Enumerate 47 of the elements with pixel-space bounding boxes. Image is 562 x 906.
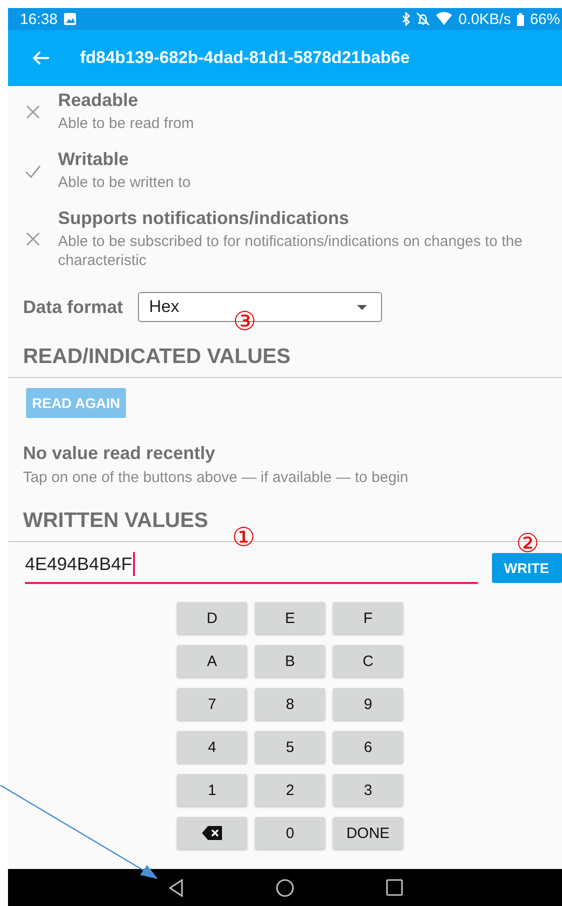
keypad-key[interactable]: 6 xyxy=(333,731,403,763)
keypad-key[interactable]: 2 xyxy=(255,774,325,806)
keypad-key[interactable]: 4 xyxy=(177,731,247,763)
keypad-key[interactable]: C xyxy=(333,645,403,677)
image-icon xyxy=(64,13,76,25)
backspace-key[interactable] xyxy=(177,817,247,849)
wifi-icon xyxy=(436,12,452,26)
keypad-key[interactable]: 5 xyxy=(255,731,325,763)
property-title: Readable xyxy=(58,90,140,111)
keypad-key[interactable]: 0 xyxy=(255,817,325,849)
property-title: Writable xyxy=(58,149,130,170)
back-icon[interactable] xyxy=(168,878,184,896)
keypad-key[interactable]: DONE xyxy=(333,817,403,849)
clock: 16:38 xyxy=(20,10,58,28)
section-heading: READ/INDICATED VALUES xyxy=(23,344,292,370)
keypad-key[interactable]: A xyxy=(177,645,247,677)
bluetooth-icon xyxy=(402,12,410,26)
network-speed: 0.0KB/s xyxy=(458,10,511,28)
input-field[interactable]: 4E494B4B4F xyxy=(25,552,478,584)
section-heading: WRITTEN VALUES xyxy=(23,508,210,534)
annotation-number: ② xyxy=(516,530,539,556)
recents-icon[interactable] xyxy=(386,879,402,896)
backspace-icon xyxy=(202,826,222,840)
muted-bell-icon xyxy=(416,12,430,26)
annotation-number: ① xyxy=(232,524,255,550)
back-arrow-icon[interactable] xyxy=(32,49,50,67)
keypad-key[interactable]: F xyxy=(333,602,403,634)
property-description: Able to be written to xyxy=(58,173,191,192)
keypad-key[interactable]: B xyxy=(255,645,325,677)
keypad-key[interactable]: 7 xyxy=(177,688,247,720)
dropdown-caret-icon xyxy=(357,304,368,310)
keypad-key[interactable]: 1 xyxy=(177,774,247,806)
property-description: Able to be read from xyxy=(58,114,194,133)
keypad-key[interactable]: 8 xyxy=(255,688,325,720)
home-icon[interactable] xyxy=(276,878,294,896)
battery-icon xyxy=(516,12,524,26)
keypad-key[interactable]: E xyxy=(255,602,325,634)
keypad-key[interactable]: 3 xyxy=(333,774,403,806)
field-label: Data format xyxy=(23,296,124,318)
battery-level: 66% xyxy=(530,10,560,28)
screen-title: fd84b139-682b-4dad-81d1-5878d21bab6e xyxy=(80,48,410,68)
empty-message: Tap on one of the buttons above — if available — to begin xyxy=(23,469,410,486)
keypad-key[interactable]: 9 xyxy=(333,688,403,720)
empty-title: No value read recently xyxy=(23,443,216,464)
keypad-key[interactable]: D xyxy=(177,602,247,634)
property-description: Able to be subscribed to for notifications/indications on changes to the characteristic xyxy=(58,232,524,270)
property-title: Supports notifications/indications xyxy=(58,208,350,229)
